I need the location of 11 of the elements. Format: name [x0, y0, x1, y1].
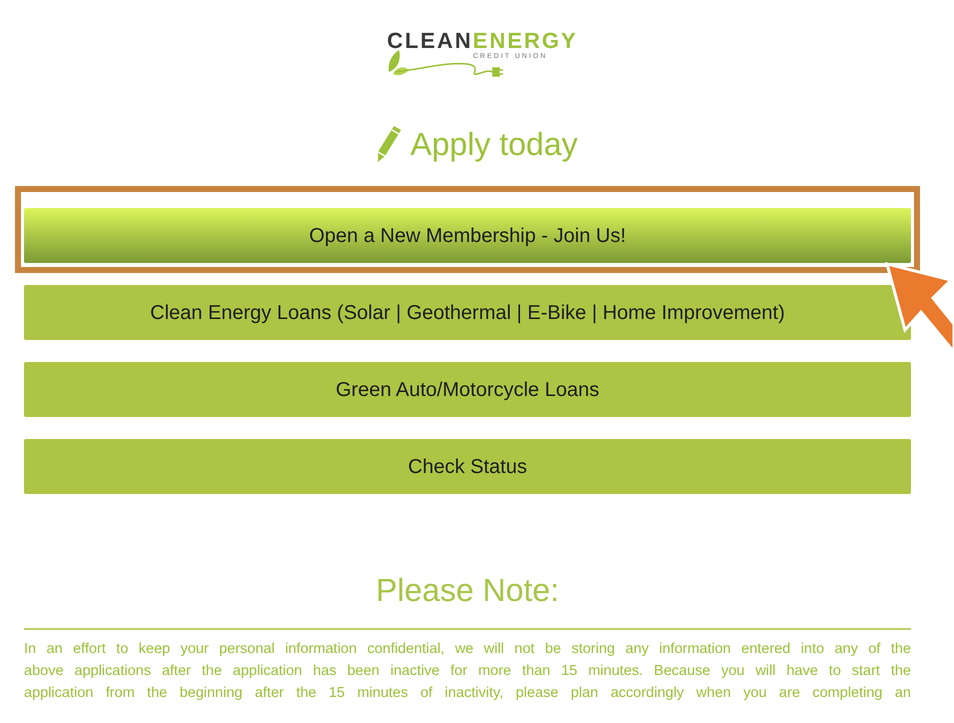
note-heading: Please Note: — [376, 571, 560, 610]
pencil-icon — [376, 125, 402, 163]
note-text: application from the beginning after the 15 minutes of inactivity, please plan accordingly when you are completing an — [24, 684, 911, 703]
logo-wordmark: CLEAN ENERGY — [387, 28, 578, 53]
note-text: In an effort to keep your personal information confidential, we will not be storing any information entered into any of the — [24, 640, 911, 659]
application-button[interactable]: Check Status — [24, 439, 911, 494]
application-button[interactable]: Open a New Membership - Join Us! — [24, 208, 911, 263]
note-text: above applications after the application has been inactive for more than 15 minutes. Because you will have to start the — [24, 662, 911, 681]
application-button[interactable]: Green Auto/Motorcycle Loans — [24, 362, 911, 417]
page-heading: Apply today — [410, 125, 578, 164]
application-button[interactable]: Clean Energy Loans (Solar | Geothermal | E-Bike | Home Improvement) — [24, 285, 911, 340]
